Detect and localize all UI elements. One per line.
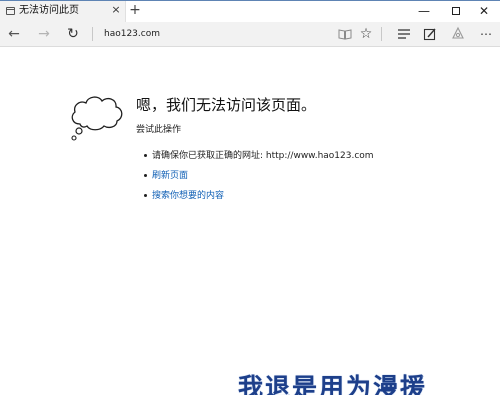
- watermark-logo: 我退是用为漫援: [238, 373, 428, 395]
- bullet: [144, 174, 147, 177]
- bullet: [144, 154, 147, 157]
- back-button[interactable]: ←: [5, 25, 23, 43]
- thought-cloud-icon: [71, 96, 123, 141]
- maximize-icon: [452, 6, 460, 15]
- reading-view-icon[interactable]: [337, 26, 353, 42]
- tab-close-icon[interactable]: ×: [110, 3, 122, 17]
- address-divider: [92, 27, 93, 41]
- search-link[interactable]: 搜索你想要的内容: [152, 190, 224, 202]
- share-icon[interactable]: [450, 26, 466, 42]
- new-tab-button[interactable]: +: [128, 2, 142, 18]
- tab-title: 无法访问此页: [19, 5, 79, 16]
- page-edge: [496, 47, 500, 395]
- address-bar[interactable]: hao123.com: [104, 28, 160, 40]
- refresh-button[interactable]: ↻: [64, 25, 82, 43]
- minimize-button[interactable]: —: [410, 1, 438, 21]
- maximize-button[interactable]: [442, 1, 470, 21]
- more-icon[interactable]: ⋯: [478, 26, 494, 42]
- hub-icon[interactable]: [396, 26, 412, 42]
- bullet: [144, 194, 147, 197]
- web-note-icon[interactable]: [422, 26, 438, 42]
- navigation-bar: ← → ↻ hao123.com ☆ ⋯: [0, 22, 500, 47]
- tab-active[interactable]: 无法访问此页 ×: [0, 1, 126, 22]
- forward-button[interactable]: →: [35, 25, 53, 43]
- refresh-page-link[interactable]: 刷新页面: [152, 170, 188, 182]
- page-icon: [6, 7, 15, 15]
- title-bar: 无法访问此页 × + — ✕: [0, 0, 500, 22]
- error-subheading: 尝试此操作: [136, 125, 182, 135]
- favorite-star-icon[interactable]: ☆: [358, 26, 374, 42]
- suggestion-check-url: 请确保你已获取正确的网址: http://www.hao123.com: [152, 151, 374, 161]
- error-heading: 嗯，我们无法访问该页面。: [136, 96, 317, 114]
- close-window-button[interactable]: ✕: [470, 1, 498, 21]
- toolbar-divider: [381, 27, 382, 41]
